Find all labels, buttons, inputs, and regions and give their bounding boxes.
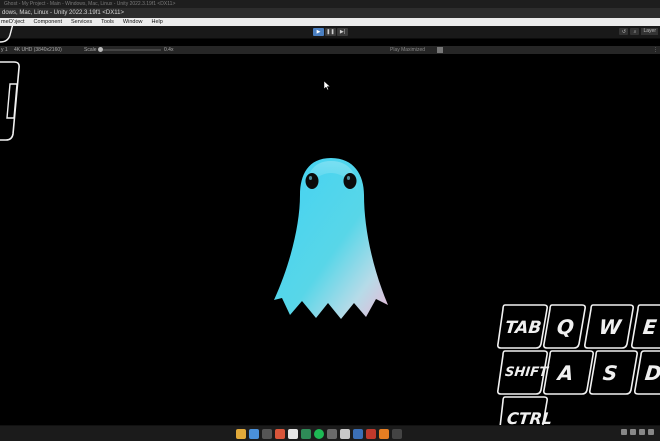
volume-icon[interactable] [639,429,645,435]
notifications-icon[interactable] [648,429,654,435]
play-button[interactable]: ▶ [313,28,324,36]
main-toolbar: ▶ ❚❚ ▶| ↺ ⌕ Layer [0,26,660,39]
play-mode-dropdown[interactable]: Play Maximized [390,46,425,54]
window-title: Ghost - My Project - Main - Windows, Mac… [4,1,176,7]
menu-help[interactable]: Help [151,18,162,26]
chevron-up-icon[interactable] [621,429,627,435]
editor-icon[interactable] [301,429,311,439]
media-icon[interactable] [262,429,272,439]
playback-controls: ▶ ❚❚ ▶| [313,28,348,36]
blender-icon[interactable] [379,429,389,439]
system-tray [621,429,654,435]
window-title-bar: Ghost - My Project - Main - Windows, Mac… [0,0,660,8]
app-icon[interactable] [275,429,285,439]
left-overlay-fragment [0,19,20,141]
taskbar-apps [236,429,402,439]
game-view-menu-icon[interactable]: ⋮ [653,46,658,54]
scale-slider-track[interactable] [103,49,161,51]
layers-dropdown[interactable]: Layer [641,28,658,35]
browser-icon[interactable] [249,429,259,439]
folder-icon[interactable] [236,429,246,439]
menu-services[interactable]: Services [71,18,92,26]
os-taskbar [0,425,660,441]
unity-icon[interactable] [288,429,298,439]
key-q: Q [555,315,576,339]
key-shift: SHIFT [504,365,549,380]
menu-tools[interactable]: Tools [101,18,114,26]
recorder-icon[interactable] [366,429,376,439]
settings-icon[interactable] [392,429,402,439]
terminal-icon[interactable] [327,429,337,439]
toolbar-right: ↺ ⌕ Layer [619,28,658,35]
game-view-toolbar: y 1 4K UHD (3840x2160) Scale 0.4x Play M… [0,46,660,54]
key-e: E [641,315,658,339]
history-icon[interactable]: ↺ [619,28,629,35]
ghost-model [274,158,388,319]
scale-label: Scale [84,47,97,53]
mouse-pointer-icon [324,81,331,91]
scale-value: 0.4x [164,47,174,53]
key-d: D [643,361,660,385]
menu-window[interactable]: Window [123,18,143,26]
search-icon[interactable]: ⌕ [630,28,640,35]
spotify-icon[interactable] [314,429,324,439]
github-icon[interactable] [340,429,350,439]
step-button[interactable]: ▶| [337,28,348,36]
scale-slider-handle[interactable] [98,47,103,52]
key-s: S [601,361,619,385]
editor-title-bar: dows, Mac, Linux - Unity 2022.3.19f1 <DX… [0,8,660,18]
menu-component[interactable]: Component [34,18,62,26]
mute-audio-icon[interactable] [437,47,443,53]
key-tab: TAB [503,318,543,338]
key-a: A [556,361,575,385]
pause-button[interactable]: ❚❚ [325,28,336,36]
steam-icon[interactable] [353,429,363,439]
network-icon[interactable] [630,429,636,435]
key-w: W [597,315,623,339]
menu-bar: meObject Component Services Tools Window… [0,18,660,26]
